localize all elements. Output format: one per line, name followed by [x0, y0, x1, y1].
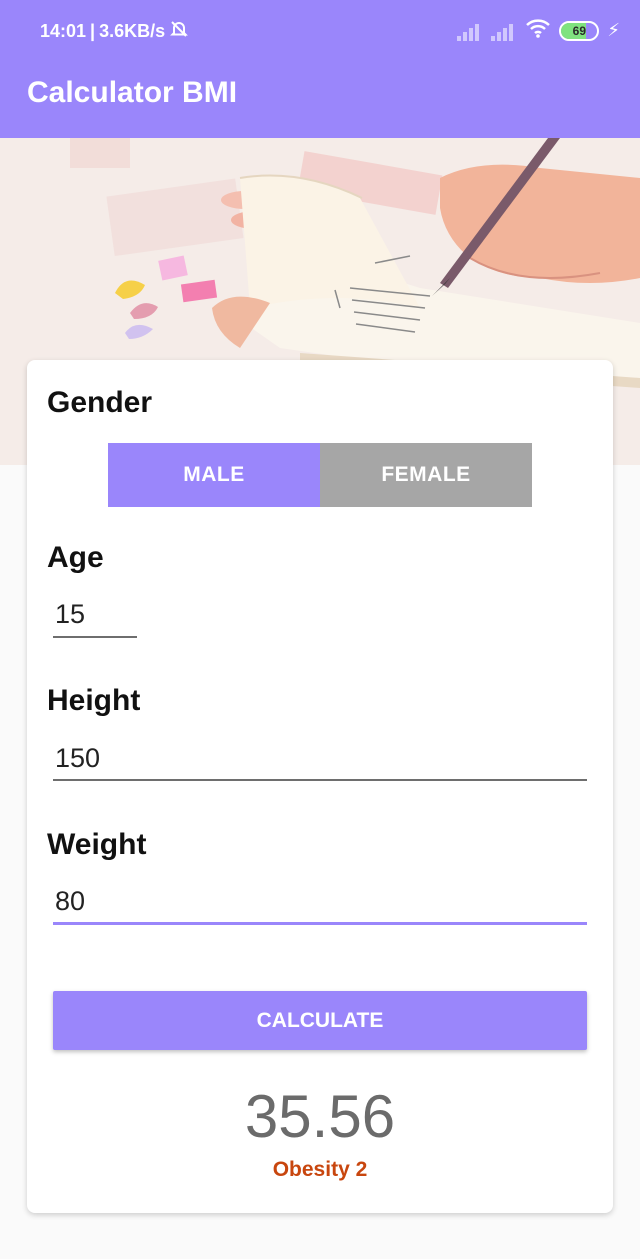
age-input[interactable]: 15: [53, 599, 85, 630]
age-input-underline: [53, 636, 137, 638]
gender-toggle: MALE FEMALE: [108, 443, 532, 507]
signal-icon: [491, 21, 517, 41]
height-label: Height: [47, 684, 141, 717]
weight-label: Weight: [47, 828, 147, 861]
bmi-result-value: 35.56: [244, 1083, 396, 1150]
status-bar: 14:01 | 3.6KB/s 69 ⚡: [0, 0, 640, 60]
bmi-category: Obesity 2: [272, 1158, 368, 1181]
charging-icon: ⚡: [607, 20, 620, 40]
page-title: Calculator BMI: [27, 76, 238, 109]
wifi-icon: [525, 18, 551, 43]
signal-icon: [457, 21, 483, 41]
bmi-form-card: Gender MALE FEMALE Age 15 Height 150 Wei…: [27, 360, 613, 1213]
status-time: 14:01: [40, 21, 87, 41]
calculate-button[interactable]: CALCULATE: [53, 991, 587, 1050]
gender-label: Gender: [47, 386, 153, 419]
age-label: Age: [47, 541, 104, 574]
status-divider: |: [90, 21, 96, 41]
height-input[interactable]: 150: [53, 743, 100, 774]
bell-muted-icon: [169, 19, 189, 44]
status-net-speed: 3.6KB/s: [99, 21, 166, 41]
male-button[interactable]: MALE: [108, 443, 320, 507]
battery-level: 69: [572, 23, 587, 38]
app-bar: 14:01 | 3.6KB/s 69 ⚡ Calculator BMI: [0, 0, 640, 138]
battery-icon: 69: [559, 20, 600, 41]
weight-input[interactable]: 80: [53, 886, 85, 917]
female-button[interactable]: FEMALE: [320, 443, 532, 507]
weight-input-underline: [53, 922, 587, 925]
height-input-underline: [53, 779, 587, 781]
